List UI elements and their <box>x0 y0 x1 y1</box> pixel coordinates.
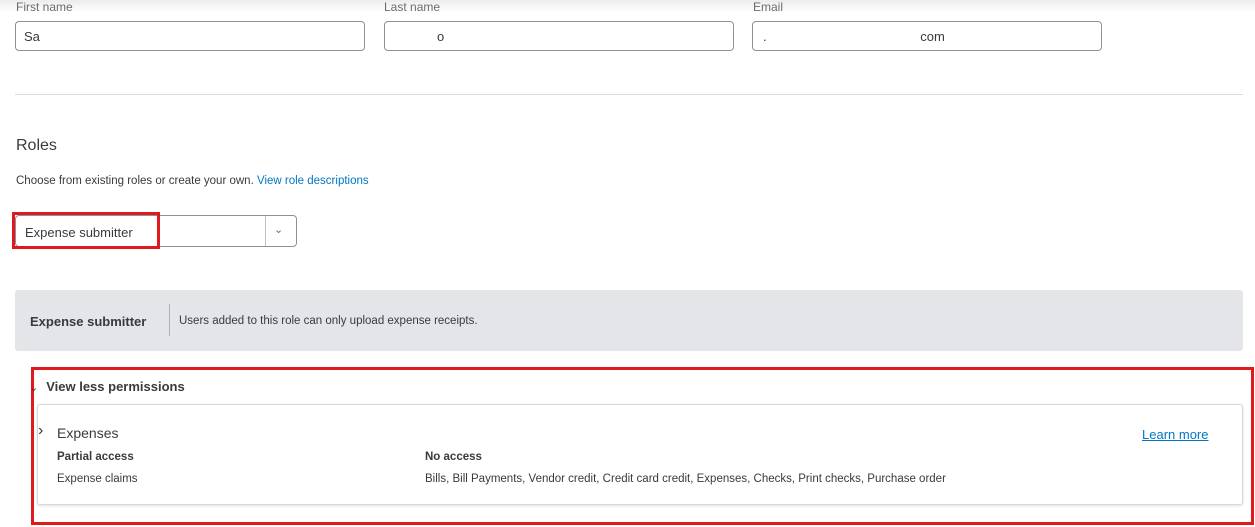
view-role-descriptions-link[interactable]: View role descriptions <box>257 175 369 187</box>
role-info-name: Expense submitter <box>30 314 147 329</box>
partial-access-items: Expense claims <box>57 473 138 485</box>
permission-category: Expenses <box>57 425 119 441</box>
view-less-permissions-label: View less permissions <box>46 379 185 394</box>
last-name-value: o <box>437 29 445 44</box>
roles-heading: Roles <box>16 137 57 154</box>
top-shadow <box>0 0 1255 12</box>
no-access-items: Bills, Bill Payments, Vendor credit, Cre… <box>425 473 946 485</box>
first-name-value: Sa <box>24 29 40 44</box>
partial-access-heading: Partial access <box>57 451 134 463</box>
view-less-permissions-toggle[interactable]: ⌄ View less permissions <box>29 379 185 394</box>
no-access-heading: No access <box>425 451 482 463</box>
role-info-description: Users added to this role can only upload… <box>179 315 478 327</box>
first-name-field[interactable]: Sa <box>15 21 365 51</box>
chevron-down-icon: ⌄ <box>29 382 39 394</box>
roles-description: Choose from existing roles or create you… <box>16 175 369 187</box>
section-divider <box>15 94 1243 95</box>
learn-more-link[interactable]: Learn more <box>1142 427 1208 442</box>
chevron-down-icon[interactable]: ⌄ <box>274 223 283 236</box>
chevron-right-icon[interactable]: › <box>38 422 43 440</box>
email-value: . com <box>763 29 945 44</box>
role-dropdown-separator <box>265 216 266 246</box>
email-field[interactable]: . com <box>752 21 1102 51</box>
last-name-label: Last name <box>384 0 441 14</box>
role-info-banner: Expense submitter Users added to this ro… <box>15 290 1243 351</box>
role-info-separator <box>169 304 170 336</box>
roles-description-text: Choose from existing roles or create you… <box>16 175 254 187</box>
permissions-card: › Expenses Learn more Partial access Exp… <box>37 404 1243 505</box>
last-name-field[interactable]: o <box>384 21 734 51</box>
first-name-label: First name <box>16 0 73 14</box>
highlight-box-role-dropdown <box>12 212 160 249</box>
email-label: Email <box>753 0 784 14</box>
